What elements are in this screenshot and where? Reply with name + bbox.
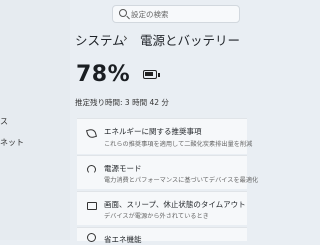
card-title: 電源モード: [104, 164, 142, 173]
battery-percent: 78%: [76, 62, 131, 87]
battery-remaining: 推定残り時間: 3 時間 42 分: [75, 98, 169, 107]
search-input[interactable]: 設定の検索: [112, 5, 240, 23]
card-energy-saver[interactable]: 省エネ機能: [77, 227, 247, 244]
search-placeholder: 設定の検索: [131, 10, 169, 19]
breadcrumb-parent[interactable]: システム: [75, 30, 125, 49]
sidebar: ス ネット: [0, 0, 70, 240]
search-icon: [119, 9, 127, 17]
leaf-icon: [85, 127, 98, 140]
page-title: 電源とバッテリー: [140, 33, 241, 48]
card-title: エネルギーに関する推奨事項: [104, 127, 202, 136]
card-energy-recommendations[interactable]: エネルギーに関する推奨事項 これらの推奨事項を適用して二酸化炭素排出量を削減: [77, 118, 252, 154]
chevron-right-icon: ›: [123, 31, 128, 45]
card-subtitle: 電力消費とパフォーマンスに基づいてデバイスを最適化: [104, 177, 259, 184]
screen-icon: [87, 202, 97, 210]
sidebar-item-label[interactable]: ネット: [0, 137, 24, 148]
card-subtitle: これらの推奨事項を適用して二酸化炭素排出量を削減: [104, 141, 253, 148]
card-subtitle: デバイスが電源から外されているとき: [104, 213, 209, 220]
energy-saver-icon: [87, 233, 96, 242]
card-title: 画面、スリープ、休止状態のタイムアウト: [104, 200, 246, 209]
card-power-mode[interactable]: 電源モード 電力消費とパフォーマンスに基づいてデバイスを最適化: [77, 155, 258, 189]
sidebar-item-label[interactable]: ス: [0, 116, 8, 127]
battery-icon: [143, 70, 160, 79]
gauge-icon: [87, 165, 96, 174]
card-screen-sleep[interactable]: 画面、スリープ、休止状態のタイムアウト デバイスが電源から外されているとき: [77, 191, 247, 225]
